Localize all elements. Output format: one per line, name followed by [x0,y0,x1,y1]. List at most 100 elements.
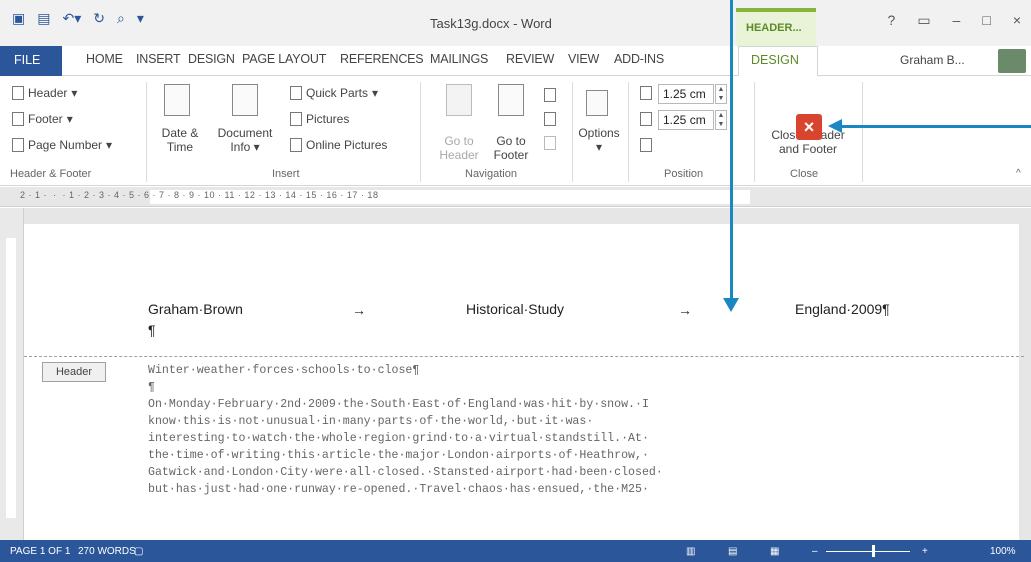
header-from-top-spinner[interactable]: ▲ ▼ [715,84,727,104]
tab-view[interactable]: VIEW [568,52,599,66]
body-line[interactable]: On·Monday·February·2nd·2009·the·South·Ea… [148,398,649,411]
ribbon-separator [420,82,421,182]
body-line[interactable]: interesting·to·watch·the·whole·region·gr… [148,432,649,445]
ribbon-display-button[interactable]: ▭ [917,12,930,29]
body-line[interactable]: Gatwick·and·London·City·were·all·closed.… [148,466,663,479]
options-icon[interactable] [586,90,608,116]
header-paragraph-mark: ¶ [148,322,156,338]
header-from-top-input[interactable]: 1.25 cm [658,84,714,104]
zoom-out-button[interactable]: – [812,546,818,557]
body-line[interactable]: but·has·just·had·one·runway·re-opened.·T… [148,483,649,496]
date-time-button[interactable]: Date & Time [150,126,210,154]
proofing-icon[interactable]: ▢ [134,546,143,557]
body-line[interactable]: Winter·weather·forces·schools·to·close¶ [148,364,419,377]
undo-icon[interactable]: ↶▾ [62,10,81,27]
page-number-button[interactable]: Page Number ▾ [12,138,112,152]
web-layout-icon[interactable]: ▦ [770,546,779,557]
zoom-in-button[interactable]: + [922,546,928,557]
customize-toolbar-icon[interactable]: ▾ [137,10,144,27]
zoom-level[interactable]: 100% [990,546,1016,557]
ribbon: Header ▾ Footer ▾ Page Number ▾ Header & Fo… [0,76,1031,186]
header-label-tag: Header [42,362,106,382]
tab-mark: → [678,302,692,318]
footer-from-bottom-spinner[interactable]: ▲ ▼ [715,110,727,130]
tab-home[interactable]: HOME [86,52,123,66]
save-icon[interactable]: ▤ [37,10,50,27]
zoom-slider[interactable] [826,551,910,552]
options-button[interactable]: Options ▾ [574,126,624,154]
document-info-icon[interactable] [232,84,258,116]
print-layout-icon[interactable]: ▤ [728,546,737,557]
go-to-header-icon[interactable] [446,84,472,116]
avatar[interactable] [998,49,1026,73]
body-line[interactable]: ¶ [148,381,155,394]
footer-icon [12,112,24,126]
pictures-button[interactable]: Pictures [290,112,349,126]
go-to-footer-button[interactable]: Go to Footer [486,134,536,162]
go-to-footer-icon[interactable] [498,84,524,116]
group-label-header-footer: Header & Footer [10,168,92,180]
ruler-numbers: 2 · 1 · · · 1 · 2 · 3 · 4 · 5 · 6 · 7 · … [20,190,379,200]
page-count[interactable]: PAGE 1 OF 1 [10,546,70,557]
help-button[interactable]: ? [888,12,896,29]
header-right-text[interactable]: England·2009¶ [795,301,890,317]
tab-references[interactable]: REFERENCES [340,52,424,66]
page-number-icon [12,138,24,152]
previous-icon[interactable] [544,88,556,102]
annotation-arrow-head [828,119,842,133]
group-label-close: Close [790,168,819,180]
go-to-header-button[interactable]: Go to Header [434,134,484,162]
body-line[interactable]: know·this·is·not·unusual·in·many·parts·o… [148,415,593,428]
header-icon [12,86,24,100]
annotation-arrow-line [842,125,1031,128]
maximize-button[interactable]: □ [982,12,990,29]
vertical-ruler[interactable] [0,208,24,540]
header-left-text[interactable]: Graham·Brown [148,301,243,317]
quick-access-toolbar: ▣ ▤ ↶▾ ↻ ⌕ ▾ [12,10,144,27]
tab-mark: → [352,302,366,318]
document-title: Task13g.docx - Word [430,16,552,31]
footer-from-bottom-input[interactable]: 1.25 cm [658,110,714,130]
group-label-insert: Insert [272,168,300,180]
quick-parts-button[interactable]: Quick Parts ▾ [290,86,378,100]
tab-insert[interactable]: INSERT [136,52,181,66]
tab-design[interactable]: DESIGN [188,52,235,66]
header-footer-tools-label: HEADER... [736,8,816,46]
ribbon-separator [862,82,863,182]
print-preview-icon[interactable]: ⌕ [117,10,125,27]
tab-file[interactable]: FILE [0,46,62,76]
horizontal-ruler[interactable]: 2 · 1 · · · 1 · 2 · 3 · 4 · 5 · 6 · 7 · … [0,187,1031,207]
online-pictures-icon [290,138,302,152]
read-mode-icon[interactable]: ▥ [686,546,695,557]
header-center-text[interactable]: Historical·Study [466,301,564,317]
zoom-slider-thumb[interactable] [872,545,875,557]
window-controls: ? ▭ – □ × [888,12,1021,29]
close-window-button[interactable]: × [1013,12,1021,29]
calendar-icon[interactable] [164,84,190,116]
close-icon[interactable]: × [796,114,822,140]
link-to-previous-icon[interactable] [544,136,556,150]
minimize-button[interactable]: – [953,12,961,29]
group-label-navigation: Navigation [465,168,517,180]
tab-add-ins[interactable]: ADD-INS [614,52,664,66]
status-bar: PAGE 1 OF 1 270 WORDS ▢ ▥ ▤ ▦ – + 100% [0,540,1031,562]
tab-header-footer-design[interactable]: DESIGN [738,46,818,76]
tab-review[interactable]: REVIEW [506,52,554,66]
tab-page-layout[interactable]: PAGE LAYOUT [242,52,326,66]
body-line[interactable]: the·time·of·writing·this·article·the·maj… [148,449,649,462]
group-label-position: Position [664,168,704,180]
online-pictures-button[interactable]: Online Pictures [290,138,387,152]
redo-icon[interactable]: ↻ [93,10,105,27]
annotation-arrow-line [730,0,733,300]
annotation-arrow-head [723,298,739,312]
document-info-button[interactable]: Document Info ▾ [212,126,278,154]
user-name[interactable]: Graham B... [900,53,965,67]
ribbon-tabs: FILE HOME INSERT DESIGN PAGE LAYOUT REFE… [0,46,1031,76]
header-button[interactable]: Header ▾ [12,86,77,100]
footer-button[interactable]: Footer ▾ [12,112,73,126]
collapse-ribbon-icon[interactable]: ^ [1016,168,1021,179]
word-count[interactable]: 270 WORDS [78,546,136,557]
next-icon[interactable] [544,112,556,126]
insert-alignment-tab-icon[interactable] [640,138,652,152]
tab-mailings[interactable]: MAILINGS [430,52,488,66]
